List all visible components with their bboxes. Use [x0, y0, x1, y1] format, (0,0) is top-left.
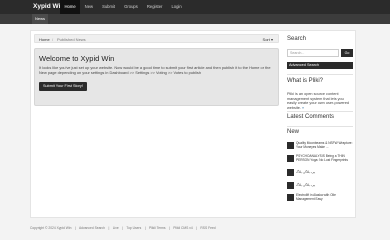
- about-title: What is Pliki?: [287, 78, 324, 84]
- sub-nav-news[interactable]: News: [32, 14, 49, 24]
- footer-copyright: Copyright © 2024 Xypid Win: [30, 226, 72, 230]
- about-text: Pliki is an open source content manageme…: [287, 92, 353, 110]
- welcome-title: Welcome to Xypid Win: [39, 54, 115, 63]
- footer-separator: |: [144, 226, 146, 230]
- breadcrumb: Home / Published News Sort ▾: [34, 34, 279, 43]
- story-thumbnail: [287, 155, 294, 162]
- welcome-text: It looks like you've just set up your we…: [39, 65, 271, 76]
- new-story-title[interactable]: یی، بلاگر، بلاگ: [296, 183, 353, 188]
- new-story-title[interactable]: PSYCHOANALYSIS Being a THIN PERSON Yoga:…: [296, 154, 353, 163]
- sort-dropdown[interactable]: Sort ▾: [263, 37, 273, 42]
- divider: [287, 111, 353, 112]
- footer-separator: |: [122, 226, 124, 230]
- new-story-item[interactable]: Quality Moonbeams & NSFW Wrapture: Your …: [287, 141, 353, 152]
- main-nav: Home New Submit Groups Register Login: [60, 0, 186, 14]
- latest-comments-title: Latest Comments: [287, 114, 335, 120]
- footer-separator: |: [74, 226, 76, 230]
- story-thumbnail: [287, 182, 294, 189]
- new-story-item[interactable]: Electrolift in Alaska with Olie Manageme…: [287, 193, 353, 204]
- breadcrumb-home[interactable]: Home: [39, 37, 50, 42]
- nav-submit[interactable]: Submit: [98, 0, 120, 14]
- footer-separator: |: [196, 226, 197, 230]
- new-story-item[interactable]: یی، بلاگر، بلاگ: [287, 169, 353, 179]
- nav-register[interactable]: Register: [142, 0, 167, 14]
- story-thumbnail: [287, 169, 294, 176]
- footer-separator: |: [169, 226, 170, 230]
- new-story-item[interactable]: یی، بلاگر، بلاگ: [287, 182, 353, 192]
- nav-login[interactable]: Login: [167, 0, 186, 14]
- new-title: New: [287, 129, 300, 135]
- nav-home[interactable]: Home: [60, 0, 81, 14]
- footer-link-live[interactable]: Live: [113, 226, 119, 230]
- main-content: Home / Published News Sort ▾ Welcome to …: [30, 30, 356, 218]
- top-navbar: Xypid Win Home New Submit Groups Registe…: [0, 0, 390, 14]
- new-story-title[interactable]: Electrolift in Alaska with Olie Manageme…: [296, 193, 353, 202]
- about-link[interactable]: »: [302, 106, 304, 110]
- story-thumbnail: [287, 194, 294, 201]
- footer-separator: |: [108, 226, 110, 230]
- footer-link-rss[interactable]: RSS Feed: [200, 226, 215, 230]
- footer-link-terms[interactable]: Plikli Terms: [149, 226, 166, 230]
- sub-navbar: News: [0, 14, 390, 24]
- breadcrumb-current: Published News: [57, 36, 86, 42]
- divider: [287, 126, 353, 127]
- footer: Copyright © 2024 Xypid Win | Advanced Se…: [30, 226, 356, 230]
- nav-groups[interactable]: Groups: [120, 0, 143, 14]
- footer-link-top-users[interactable]: Top Users: [126, 226, 141, 230]
- footer-link-cms[interactable]: Plikli CMS v4: [173, 226, 192, 230]
- advanced-search-button[interactable]: Advanced Search: [287, 62, 353, 69]
- search-input[interactable]: Search...: [287, 49, 339, 57]
- new-story-item[interactable]: PSYCHOANALYSIS Being a THIN PERSON Yoga:…: [287, 154, 353, 165]
- new-story-title[interactable]: یی، بلاگر، بلاگ: [296, 170, 353, 175]
- search-go-button[interactable]: Go: [341, 49, 353, 57]
- welcome-jumbotron: Welcome to Xypid Win It looks like you'v…: [34, 48, 279, 106]
- story-thumbnail: [287, 142, 294, 149]
- about-text-body: Pliki is an open source content manageme…: [287, 92, 350, 110]
- nav-new[interactable]: New: [80, 0, 97, 14]
- submit-first-story-button[interactable]: Submit Your First Story!: [39, 82, 87, 91]
- new-story-title[interactable]: Quality Moonbeams & NSFW Wrapture: Your …: [296, 141, 353, 150]
- breadcrumb-separator: /: [52, 36, 54, 42]
- divider: [287, 74, 353, 75]
- footer-link-advanced-search[interactable]: Advanced Search: [79, 226, 105, 230]
- search-title: Search: [287, 36, 307, 42]
